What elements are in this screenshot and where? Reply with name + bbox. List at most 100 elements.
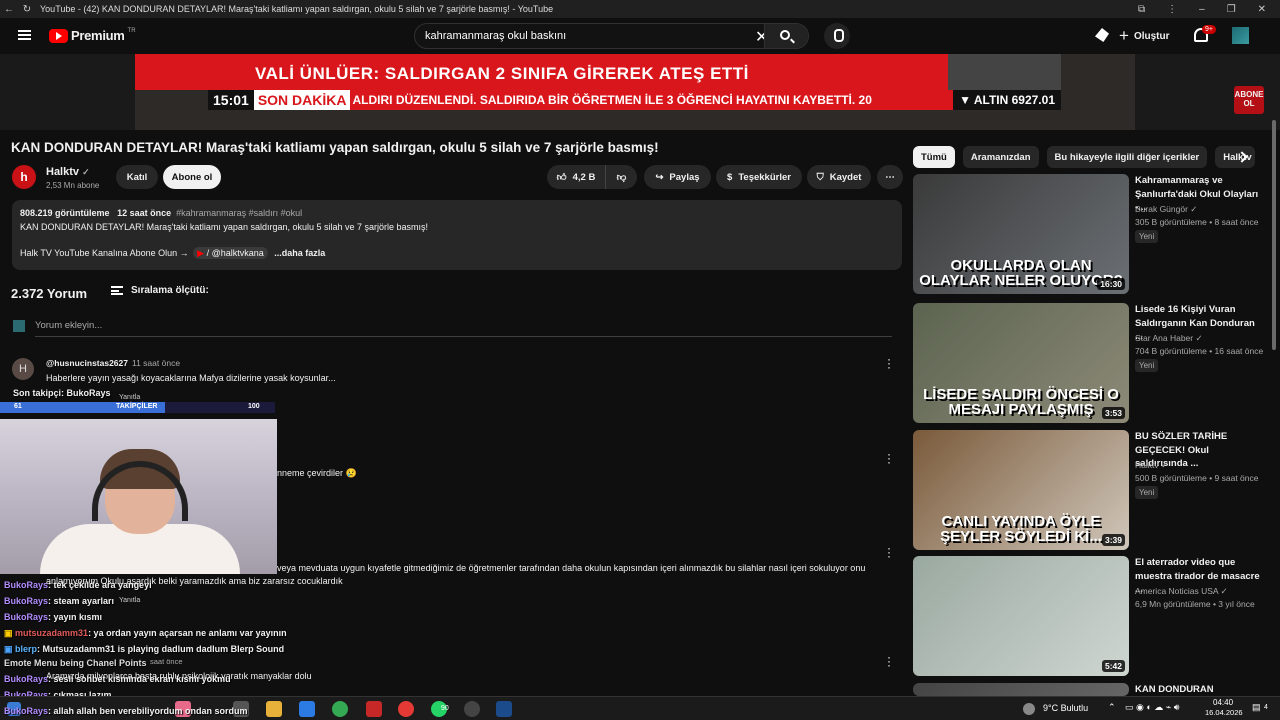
reload-icon[interactable]: ↻ [18,4,36,15]
comment-count: 2.372 Yorum [11,286,88,301]
dislike-button[interactable]: 👎︎ [605,165,637,189]
tray-up-icon[interactable]: ⌃ [1108,702,1116,713]
chat-message: BukoRays: sesli sohbet kısmında ekran kı… [4,674,231,684]
weather-icon[interactable] [1023,703,1035,715]
more-icon[interactable]: ⋮ [1167,4,1177,15]
add-comment-input[interactable]: Yorum ekleyin... [35,320,102,331]
channel-name[interactable]: Halktv ✓ [46,166,90,178]
recommended-channel[interactable]: Burak Güngör ✓ [1135,204,1197,215]
description-box[interactable]: 808.219 görüntüleme 12 saat önce #kahram… [12,200,902,270]
search-input[interactable]: kahramanmaraş okul baskını [425,30,566,42]
youtube-premium-logo[interactable]: Premium TR [49,28,136,43]
subscriber-count: 2,53 Mn abone [46,181,100,190]
recommended-video[interactable]: LİSEDE SALDIRI ÖNCESİ O MESAJI PAYLAŞMIŞ… [913,303,1273,423]
thumbs-up-icon: 👍︎ [556,172,567,183]
close-window-icon[interactable]: ✕ [1258,4,1266,15]
comment-menu-icon[interactable]: · · · [887,651,891,671]
video-duration: 3:39 [1101,534,1125,546]
voice-search-icon[interactable] [824,23,850,49]
scrollbar[interactable] [1272,120,1276,350]
notification-center-icon[interactable]: ▤ [1252,702,1261,713]
recommended-video[interactable]: OKULLARDA OLAN OLAYLAR NELER OLUYOR? 16:3… [913,174,1273,294]
comment-menu-icon[interactable]: · · · [887,353,891,373]
maximize-icon[interactable]: ❐ [1227,4,1236,15]
save-label: Kaydet [829,171,862,183]
steam-icon[interactable] [496,701,512,717]
comment-menu-icon[interactable]: · · · [887,542,891,562]
tray-icons[interactable]: ▭ ◉ ◐ ☁ ⌁ 🔊︎ [1125,702,1179,713]
channel-avatar[interactable]: h [12,165,36,189]
clock-date[interactable]: 16.04.2026 [1205,708,1243,717]
youtube-play-icon [49,28,68,43]
filter-chips: Tümü Aramanızdan Bu hikayeyle ilgili diğ… [913,146,1256,168]
thanks-icon: $ [727,171,733,183]
file-explorer-icon[interactable] [266,701,282,717]
chrome-icon[interactable] [332,701,348,717]
premium-feature-icon[interactable] [1095,28,1109,42]
join-button[interactable]: Katıl [116,165,158,189]
youtube-app-icon[interactable] [366,701,382,717]
description-line: KAN DONDURAN DETAYLAR! Maraş'taki katlia… [20,222,429,232]
description-meta: 808.219 görüntüleme 12 saat önce #kahram… [20,208,894,218]
subscribe-prompt: Halk TV YouTube Kanalına Abone Olun → [20,248,189,258]
clock-time[interactable]: 04:40 [1213,698,1233,707]
search-box[interactable]: kahramanmaraş okul baskını ✕ [414,23,809,49]
store-icon[interactable] [299,701,315,717]
account-avatar[interactable] [1232,27,1249,44]
video-thumbnail[interactable]: 5:42 [913,556,1129,676]
whatsapp-badge: 90 [441,705,449,712]
video-thumbnail[interactable]: LİSEDE SALDIRI ÖNCESİ O MESAJI PAYLAŞMIŞ… [913,303,1129,423]
recommended-channel[interactable]: Halktv ✓ [1135,460,1168,471]
obs-icon[interactable] [464,701,480,717]
create-button[interactable]: + Oluştur [1119,24,1170,48]
chat-message: BukoRays: tek çekilde ara yangeyi [4,580,152,590]
thanks-button[interactable]: $ Teşekkürler [716,165,802,189]
back-icon[interactable]: ← [0,4,18,15]
subscribe-button[interactable]: Abone ol [163,165,221,189]
recommended-channel[interactable]: America Noticias USA ✓ [1135,586,1228,597]
hashtags[interactable]: #kahramanmaraş #saldırı #okul [176,208,302,218]
breaking-label: SON DAKİKA [253,90,351,110]
reply-button[interactable]: Yanıtla [119,597,140,604]
channel-handle-link[interactable]: ▶ / @halktvkana [193,247,268,259]
recommended-video[interactable]: CANLI YAYINDA ÖYLE ŞEYLER SÖYLEDİ Kİ... 3… [913,430,1273,550]
video-thumbnail[interactable]: CANLI YAYINDA ÖYLE ŞEYLER SÖYLEDİ Kİ... 3… [913,430,1129,550]
comment-author[interactable]: @husnucinstas2627 11 saat önce [46,358,180,368]
recommended-meta: 704 B görüntüleme • 16 saat önce [1135,346,1264,356]
verified-icon: ✓ [1195,333,1203,343]
save-button[interactable]: ⛉ Kaydet [807,165,871,189]
video-thumbnail[interactable] [913,683,1129,696]
commenter-avatar[interactable]: H [12,358,34,380]
recommended-meta: 500 B görüntüleme • 9 saat önce [1135,473,1259,483]
share-label: Paylaş [669,171,700,183]
chip-related-story[interactable]: Bu hikayeyle ilgili diğer içerikler [1046,146,1208,168]
comment-menu-icon[interactable]: · · · [887,448,891,468]
youtube-header: Premium TR kahramanmaraş okul baskını ✕ … [0,18,1280,54]
recommended-video[interactable]: 5:42 El aterrador video que muestra tirad… [913,556,1273,676]
sort-comments-button[interactable]: Sıralama ölçütü: [111,285,209,296]
reply-button[interactable]: Yanıtla [119,394,140,401]
share-button[interactable]: ↪ Paylaş [644,165,711,189]
like-button[interactable]: 👍︎ 4,2 B [547,165,605,189]
chip-all[interactable]: Tümü [913,146,955,168]
show-more-link[interactable]: ...daha fazla [274,248,325,258]
video-player[interactable]: VALİ ÜNLÜER: SALDIRGAN 2 SINIFA GİREREK … [0,54,1280,130]
media-app-icon[interactable] [398,701,414,717]
new-badge: Yeni [1135,359,1159,372]
recommended-video[interactable]: KAN DONDURAN [913,683,1273,696]
webcam-overlay [0,419,277,574]
minimize-icon[interactable]: – [1199,4,1205,15]
chip-from-search[interactable]: Aramanızdan [962,146,1039,168]
search-button[interactable] [764,24,808,48]
hamburger-menu-icon[interactable] [18,30,31,40]
verified-icon: ✓ [82,167,90,177]
news-headline: VALİ ÜNLÜER: SALDIRGAN 2 SINIFA GİREREK … [255,64,749,83]
chip-halktv[interactable]: Halktv [1215,146,1256,168]
video-duration: 3:53 [1101,407,1125,419]
video-thumbnail[interactable]: OKULLARDA OLAN OLAYLAR NELER OLUYOR? 16:3… [913,174,1129,294]
more-actions-button[interactable]: ⋯ [877,165,903,189]
recommended-channel[interactable]: Star Ana Haber ✓ [1135,333,1203,344]
recommended-title[interactable]: KAN DONDURAN [1135,683,1260,697]
extensions-icon[interactable]: ⧉ [1138,4,1145,15]
ticker-text: ALDIRI DÜZENLENDİ. SALDIRIDA BİR ÖĞRETME… [352,93,872,107]
